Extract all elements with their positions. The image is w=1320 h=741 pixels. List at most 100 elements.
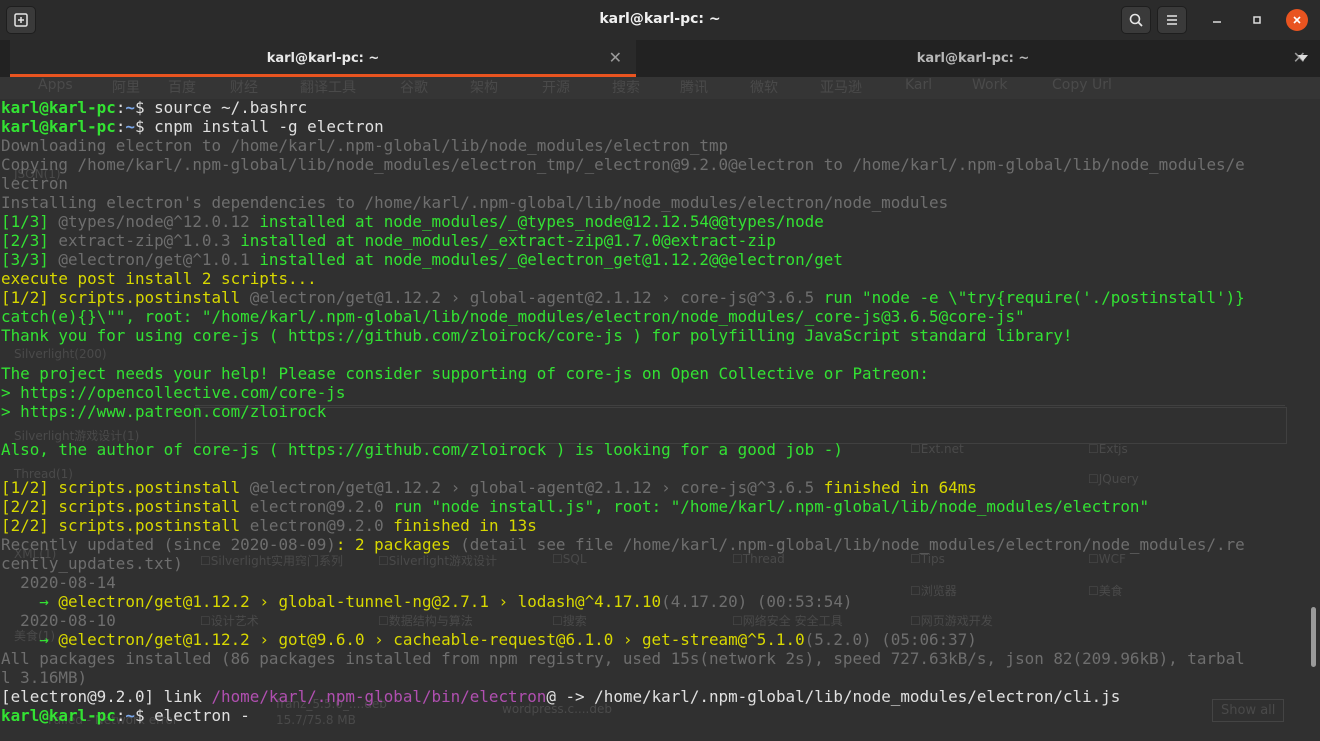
- output-segment: electron@9.2.0: [249, 497, 384, 516]
- output-segment: Thank you for using core-js ( https://gi…: [1, 326, 1073, 345]
- minimize-button[interactable]: [1206, 9, 1228, 31]
- terminal-line: [1/2] scripts.postinstall @electron/get@…: [1, 478, 1301, 497]
- output-text: Installing electron's dependencies to /h…: [1, 193, 949, 212]
- ghost-bookmark: 搜索: [612, 80, 640, 96]
- output-segment: finished in 13s: [383, 516, 537, 535]
- prompt-path: ~: [125, 98, 135, 117]
- command-text: source ~/.bashrc: [154, 98, 308, 117]
- output-segment: @types/node@^12.0.12: [58, 212, 250, 231]
- output-segment: installed at node_modules/_@types_node@1…: [249, 212, 824, 231]
- output-segment: →: [1, 592, 59, 611]
- search-button[interactable]: [1121, 6, 1151, 34]
- hamburger-menu-icon: [1167, 15, 1177, 25]
- prompt-separator: :: [115, 117, 126, 136]
- terminal-line: execute post install 2 scripts...: [1, 269, 1301, 288]
- output-text: Copying /home/karl/.npm-global/lib/node_…: [1, 155, 1245, 174]
- ghost-bookmark: 开源: [542, 80, 570, 96]
- ghost-bookmark: 谷歌: [400, 80, 428, 96]
- command-text: cnpm install -g electron: [154, 117, 384, 136]
- output-segment: @electron/get@1.12.2 › got@9.6.0 › cache…: [58, 630, 805, 649]
- output-text: Downloading electron to /home/karl/.npm-…: [1, 136, 729, 155]
- tab-label: karl@karl-pc: ~: [266, 51, 380, 66]
- maximize-button[interactable]: [1246, 9, 1268, 31]
- output-segment: 2020-08-10: [1, 611, 116, 630]
- output-segment: > https://opencollective.com/core-js: [1, 383, 346, 402]
- terminal-line: [2/2] scripts.postinstall electron@9.2.0…: [1, 516, 1301, 535]
- ghost-bookmark: 翻译工具: [300, 80, 356, 96]
- terminal-line: catch(e){}\"", root: "/home/karl/.npm-gl…: [1, 307, 1301, 326]
- output-segment: @electron/get@1.12.2 › global-tunnel-ng@…: [58, 592, 662, 611]
- output-segment: (5.2.0): [804, 630, 872, 649]
- output-segment: (4.17.20): [661, 592, 748, 611]
- terminal-line: karl@karl-pc:~$ electron -: [1, 706, 1301, 725]
- terminal-line: [3/3] @electron/get@^1.0.1 installed at …: [1, 250, 1301, 269]
- tab-terminal-2[interactable]: karl@karl-pc: ~ ✕: [636, 40, 1310, 77]
- output-segment: /home/karl/.npm-global/bin/electron: [211, 687, 547, 706]
- output-segment: [2/2] scripts.postinstall: [1, 516, 250, 535]
- prompt-path: ~: [125, 117, 135, 136]
- close-icon: [1293, 16, 1301, 24]
- ghost-bookmark: 财经: [230, 80, 258, 96]
- ghost-bookmark: 微软: [750, 80, 778, 96]
- terminal-line: karl@karl-pc:~$ source ~/.bashrc: [1, 98, 1301, 117]
- terminal-line: [2/3] extract-zip@^1.0.3 installed at no…: [1, 231, 1301, 250]
- output-segment: Recently updated (since 2020-08-09): [1, 535, 336, 554]
- terminal-line: [1/2] scripts.postinstall @electron/get@…: [1, 288, 1301, 307]
- output-segment: All packages installed (86 packages inst…: [1, 649, 1245, 668]
- terminal-line: [1/3] @types/node@^12.0.12 installed at …: [1, 212, 1301, 231]
- ghost-bookmark: Apps: [38, 77, 73, 93]
- scrollbar[interactable]: [1311, 607, 1316, 667]
- prompt-path: ~: [125, 706, 135, 725]
- command-text: electron -: [154, 706, 250, 725]
- output-segment: : 2 packages: [335, 535, 451, 554]
- prompt-user: karl@karl-pc: [1, 117, 116, 136]
- prompt-separator: :: [115, 706, 126, 725]
- prompt-symbol: $: [134, 98, 155, 117]
- output-segment: (detail see file /home/karl/.npm-global/…: [450, 535, 1245, 554]
- output-segment: @ -> /home/karl/.npm-global/lib/node_mod…: [546, 687, 1121, 706]
- output-segment: installed at node_modules/_extract-zip@1…: [230, 231, 776, 250]
- output-segment: execute post install 2 scripts...: [1, 269, 317, 288]
- maximize-icon: [1253, 16, 1261, 24]
- output-segment: [1/2] scripts.postinstall: [1, 478, 250, 497]
- menu-button[interactable]: [1157, 6, 1187, 34]
- tab-label: karl@karl-pc: ~: [916, 51, 1030, 66]
- output-segment: @electron/get@^1.0.1: [58, 250, 250, 269]
- output-segment: [electron@9.2.0] link: [1, 687, 212, 706]
- output-segment: cently_updates.txt): [1, 554, 183, 573]
- output-segment: [1/3]: [1, 212, 59, 231]
- output-segment: installed at node_modules/_@electron_get…: [249, 250, 843, 269]
- terminal-line: Also, the author of core-js ( https://gi…: [1, 440, 1301, 459]
- output-segment: @electron/get@1.12.2 › global-agent@2.1.…: [249, 478, 815, 497]
- terminal-output: karl@karl-pc:~$ source ~/.bashrc karl@kar…: [1, 98, 1301, 725]
- terminal-view[interactable]: Apps 阿里 百度 财经 翻译工具 谷歌 架构 开源 搜索 腾讯 微软 亚马逊 Karl Work Cop…: [0, 77, 1320, 741]
- tab-list-dropdown-icon[interactable]: [1298, 55, 1308, 61]
- ghost-bookmarks-bar: [0, 77, 1320, 99]
- minimize-icon: [1213, 21, 1221, 23]
- output-segment: [2/2] scripts.postinstall: [1, 497, 250, 516]
- terminal-line: Thank you for using core-js ( https://gi…: [1, 326, 1301, 345]
- output-segment: catch(e){}\"", root: "/home/karl/.npm-gl…: [1, 307, 1025, 326]
- output-segment: run "node -e \"try{require('./postinstal…: [814, 288, 1245, 307]
- output-segment: [1/2] scripts.postinstall: [1, 288, 250, 307]
- close-button[interactable]: [1286, 9, 1308, 31]
- terminal-line: > https://opencollective.com/core-js: [1, 383, 1301, 402]
- tab-close-icon[interactable]: ✕: [609, 48, 622, 67]
- terminal-line: 2020-08-10: [1, 611, 1301, 630]
- prompt-separator: :: [115, 98, 126, 117]
- output-segment: [2/3]: [1, 231, 59, 250]
- terminal-line: [2/2] scripts.postinstall electron@9.2.0…: [1, 497, 1301, 516]
- output-text: lectron: [1, 174, 68, 193]
- output-segment: run "node install.js", root: "/home/karl…: [383, 497, 1150, 516]
- output-segment: l 3.16MB): [1, 668, 88, 687]
- terminal-line: Installing electron's dependencies to /h…: [1, 193, 1301, 212]
- output-segment: 2020-08-14: [1, 573, 116, 592]
- terminal-line: The project needs your help! Please cons…: [1, 364, 1301, 383]
- tab-terminal-1[interactable]: karl@karl-pc: ~ ✕: [10, 40, 636, 77]
- terminal-line: > https://www.patreon.com/zloirock: [1, 402, 1301, 421]
- ghost-bookmark: Karl: [905, 77, 933, 93]
- terminal-line: lectron: [1, 174, 1301, 193]
- terminal-line: → @electron/get@1.12.2 › global-tunnel-n…: [1, 592, 1301, 611]
